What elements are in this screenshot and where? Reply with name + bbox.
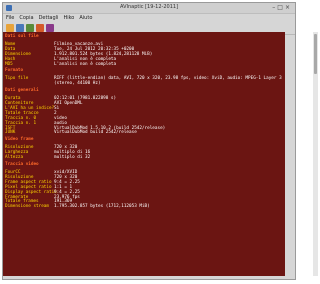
title-bar: AVInaptic [19-12-2011] –□× [3,3,295,14]
scrollbar-thumb[interactable] [314,34,317,74]
exit-icon[interactable] [46,24,54,32]
info-value: 1.795.302.857 bytes (1712,112053 MiB) [54,204,150,210]
info-row: Altezza multiplo di 32 [5,155,283,161]
window-title: AVInaptic [19-12-2011] [119,4,179,10]
info-icon[interactable] [26,24,34,32]
window-controls: –□× [272,4,292,11]
section-title: Dati generali [5,88,39,94]
info-key: Dimensione stream [5,204,49,210]
info-key: Altezza [5,155,24,161]
menu-copia[interactable]: Copia [19,15,33,21]
section-title: Video frame [5,137,34,143]
info-value: RIFF (little-endian) data, AVI, 720 x 32… [54,76,282,87]
menu-file[interactable]: File [6,15,14,21]
info-value: VirtualDubMod build 2542/release [54,130,137,136]
menu-bar: File Copia Dettagli Hiko Aiuto [3,14,295,22]
info-key: JUNK [5,130,16,136]
info-row: JUNK VirtualDubMod build 2542/release [5,131,283,136]
open-icon[interactable] [6,24,14,32]
menu-aiuto[interactable]: Aiuto [79,15,92,21]
report-panel: Dati sul file Nome Filmino_vacanze.avi Data… [3,32,285,276]
section-title: Dati sul file [5,34,39,39]
info-value: L'analisi non è completa [54,61,117,67]
section-title: Traccia video [5,162,39,168]
info-row: Tipo file RIFF (little-endian) data, AVI,… [5,77,283,87]
warning-icon[interactable] [36,24,44,32]
menu-dettagli[interactable]: Dettagli [39,15,59,21]
close-icon[interactable]: × [285,4,292,11]
maximize-icon[interactable]: □ [277,4,285,11]
info-key: Tipo file [5,76,29,82]
info-key: MD5 [5,61,13,67]
vertical-scrollbar[interactable] [313,32,318,276]
info-row: MD5 L'analisi non è completa [5,61,283,68]
info-value: multiplo di 32 [54,155,91,161]
menu-hiko[interactable]: Hiko [63,15,74,21]
info-row: Dimensione stream 1.795.302.857 bytes (17… [5,204,283,210]
save-icon[interactable] [16,24,24,32]
